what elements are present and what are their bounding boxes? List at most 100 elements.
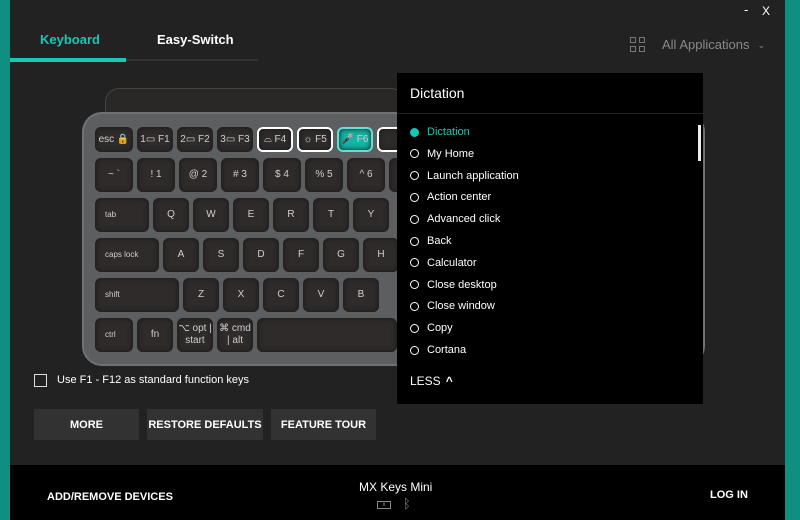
tab-easy-switch[interactable]: Easy-Switch [157,32,234,47]
add-remove-devices-button[interactable]: ADD/REMOVE DEVICES [47,491,173,503]
radio-icon [410,236,419,246]
radio-icon [410,127,419,137]
keyboard-key: V [303,278,339,312]
keyboard-key: H [363,238,399,272]
dropdown-option[interactable]: My Home [410,148,474,160]
keyboard-key: R [273,198,309,232]
action-dropdown: Dictation Dictation My Home Launch applica… [397,73,703,404]
option-label: Advanced click [427,213,501,226]
footer: ADD/REMOVE DEVICES MX Keys Mini x ᛒ LOG … [10,465,785,520]
keyboard-key: ~ ` [95,158,133,192]
grid-icon [630,37,646,53]
keyboard-key: X [223,278,259,312]
less-button[interactable]: LESS ^ [410,374,453,388]
keyboard-key: A [163,238,199,272]
keyboard-key: F [283,238,319,272]
dropdown-option[interactable]: Advanced click [410,213,500,225]
tab-keyboard[interactable]: Keyboard [40,32,100,47]
keyboard-key: G [323,238,359,272]
options-window: - X Keyboard Easy-Switch All Application… [10,0,785,520]
option-label: Back [427,235,452,247]
keyboard-key[interactable]: ☼ F5 [297,127,333,152]
dropdown-option[interactable]: Action center [410,191,491,203]
keyboard-key: ⌘ cmd | alt [217,318,253,352]
restore-defaults-button[interactable]: RESTORE DEFAULTS [147,409,263,440]
radio-icon [410,214,419,224]
keyboard-key: caps lock [95,238,159,272]
keyboard-key [257,318,397,352]
dropdown-option[interactable]: Cortana [410,344,466,356]
option-label: Launch application [427,169,519,182]
radio-icon [410,323,419,333]
radio-icon [410,345,419,355]
dropdown-option[interactable]: Launch application [410,170,519,182]
keyboard-key[interactable]: esc 🔒 [95,127,133,152]
option-label: Action center [427,191,492,204]
keyboard-key[interactable]: 2▭ F2 [177,127,213,152]
keyboard-key: fn [137,318,173,352]
radio-icon [410,258,419,268]
radio-icon [410,280,419,290]
keyboard-key[interactable]: 1▭ F1 [137,127,173,152]
keyboard-key: ⌥ opt | start [177,318,213,352]
option-label: Close window [427,300,495,313]
option-label: Calculator [427,256,477,269]
keyboard-key: Z [183,278,219,312]
keyboard-key: B [343,278,379,312]
dropdown-option[interactable]: Calculator [410,257,477,269]
radio-icon [410,192,419,202]
radio-icon [410,149,419,159]
more-button[interactable]: MORE [34,409,139,440]
app-selector[interactable]: All Applications ⌄ [662,37,765,52]
keyboard-key: W [193,198,229,232]
keyboard-key[interactable]: 3▭ F3 [217,127,253,152]
option-label: Cortana [427,344,467,356]
dropdown-option[interactable]: Close desktop [410,279,497,291]
dropdown-option[interactable]: Dictation [410,126,470,138]
option-label: Dictation [427,126,470,138]
chevron-down-icon: ⌄ [757,40,765,50]
keyboard-key: ! 1 [137,158,175,192]
app-selector-label: All Applications [662,37,750,52]
keyboard-key: Y [353,198,389,232]
chevron-up-icon: ^ [445,374,453,388]
keyboard-key: Q [153,198,189,232]
dropdown-option[interactable]: Close window [410,300,495,312]
keyboard-key: # 3 [221,158,259,192]
option-label: Copy [427,322,453,335]
keyboard-key: ctrl [95,318,133,352]
keyboard-key: % 5 [305,158,343,192]
dropdown-option[interactable]: Copy [410,322,453,334]
radio-icon [410,171,419,181]
tab-indicator [10,58,126,62]
keyboard-key: S [203,238,239,272]
key-dictation-selected[interactable]: 🎤 F6 [337,127,373,152]
minimize-button[interactable]: - [744,2,748,17]
bluetooth-icon: ᛒ [403,496,411,511]
feature-tour-button[interactable]: FEATURE TOUR [271,409,376,440]
keyboard-key: E [233,198,269,232]
device-name[interactable]: MX Keys Mini [359,480,432,494]
function-keys-checkbox[interactable] [34,374,47,387]
less-label: LESS [410,374,441,388]
option-label: Close desktop [427,278,497,291]
keyboard-key: ^ 6 [347,158,385,192]
keyboard-key: C [263,278,299,312]
option-label: My Home [427,147,475,160]
keyboard-key: $ 4 [263,158,301,192]
keyboard-key: D [243,238,279,272]
battery-icon: x [377,501,391,509]
divider [397,113,703,114]
scrollbar[interactable] [698,125,701,161]
dropdown-option[interactable]: Back [410,235,451,247]
keyboard-key[interactable]: ⌓ F4 [257,127,293,152]
keyboard-key: @ 2 [179,158,217,192]
log-in-button[interactable]: LOG IN [710,489,748,501]
keyboard-key: tab [95,198,149,232]
keyboard-key: shift [95,278,179,312]
popup-title: Dictation [410,85,465,101]
keyboard-key: T [313,198,349,232]
close-button[interactable]: X [762,4,770,18]
checkbox-label: Use F1 - F12 as standard function keys [57,374,249,386]
radio-icon [410,301,419,311]
